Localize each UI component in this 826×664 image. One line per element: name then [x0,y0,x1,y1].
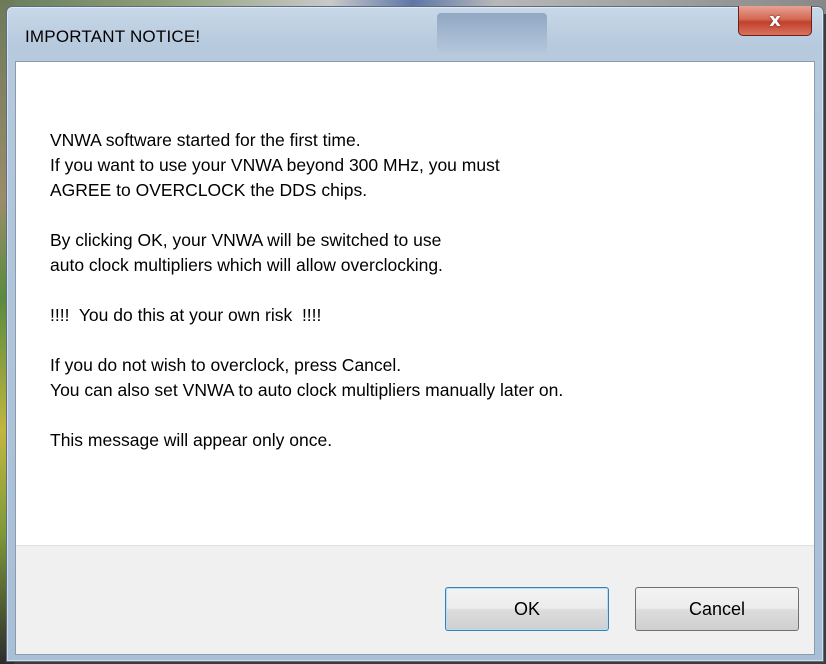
close-icon: x [769,9,781,31]
risk-warning-line: !!!! You do this at your own risk !!!! [50,305,322,325]
message-line: VNWA software started for the first time… [50,130,361,150]
dialog-title: IMPORTANT NOTICE! [25,27,201,46]
message-line: This message will appear only once. [50,430,333,450]
message-line: AGREE to OVERCLOCK the DDS chips. [50,180,368,200]
cancel-button[interactable]: Cancel [635,587,799,631]
ok-button[interactable]: OK [445,587,609,631]
notice-dialog: IMPORTANT NOTICE! x VNWA software starte… [6,6,824,662]
message-line: If you want to use your VNWA beyond 300 … [50,155,500,175]
message-line: You can also set VNWA to auto clock mult… [50,380,564,400]
title-bar-reflection [437,13,547,53]
message-line: If you do not wish to overclock, press C… [50,355,402,375]
message-line: auto clock multipliers which will allow … [50,255,443,275]
title-bar[interactable]: IMPORTANT NOTICE! x [7,6,823,59]
notice-message: VNWA software started for the first time… [50,128,563,453]
message-line: By clicking OK, your VNWA will be switch… [50,230,442,250]
button-bar: OK Cancel [16,545,814,654]
dialog-body: VNWA software started for the first time… [15,61,815,655]
close-button[interactable]: x [738,6,812,36]
